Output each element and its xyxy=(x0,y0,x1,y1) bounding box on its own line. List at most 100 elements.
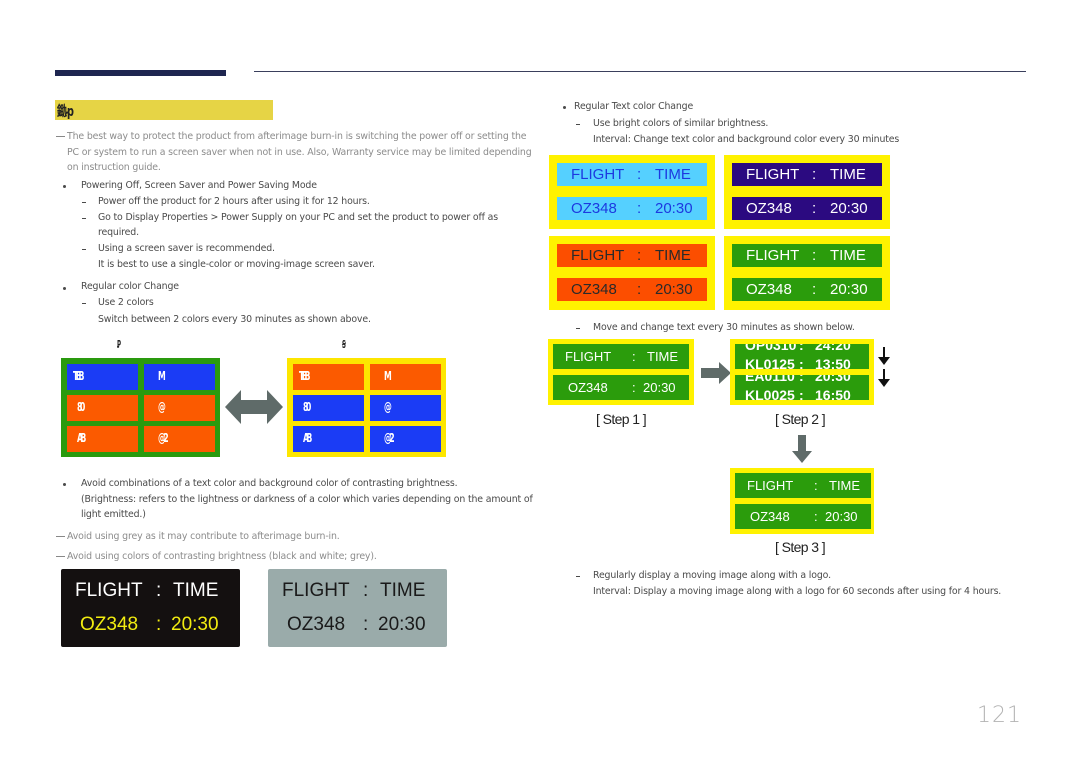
flight-code: OP0310 xyxy=(745,344,797,353)
separator: : xyxy=(814,478,818,493)
step2-label: [ Step 2 ] xyxy=(775,411,826,427)
bad-example-grey: FLIGHT: TIME OZ348:20:30 xyxy=(268,569,447,647)
diagram-right-label: Ꞩ xyxy=(342,338,346,351)
intro-note-line: The best way to protect the product from… xyxy=(67,131,527,142)
display-row: OZ348:20:30 xyxy=(268,611,447,639)
display-row: OZ348:20:30 xyxy=(732,278,882,301)
step3-display: FLIGHT: TIME OZ348:20:30 xyxy=(730,468,874,534)
note-grey: Avoid using grey as it may contribute to… xyxy=(56,529,536,545)
separator: : xyxy=(637,166,642,183)
time-value: 24:20 xyxy=(815,344,851,353)
flight-code: FLIGHT xyxy=(747,478,794,493)
time-value: TIME xyxy=(173,580,219,601)
dash xyxy=(82,218,86,219)
color-panel-b: TEB M 80 @ AB @2 xyxy=(287,358,446,457)
move-note: Move and change text every 30 minutes as… xyxy=(593,322,855,333)
display-row: OZ348:20:30 xyxy=(61,611,240,639)
color-example-orange: FLIGHT: TIME OZ348:20:30 xyxy=(549,236,715,310)
flight-code: FLIGHT xyxy=(746,247,800,264)
list-item: Use 2 colors xyxy=(98,297,154,308)
display-row: OZ348:20:30 xyxy=(732,197,882,220)
list-item: Power off the product for 2 hours after … xyxy=(98,196,370,207)
list-item: Using a screen saver is recommended. xyxy=(98,243,275,254)
display-row: FLIGHT: TIME xyxy=(732,163,882,186)
flight-code: FLIGHT xyxy=(746,166,800,183)
display-row: OZ348:20:30 xyxy=(557,278,707,301)
note-dash xyxy=(56,536,65,537)
display-row: FLIGHT: TIME xyxy=(557,244,707,267)
note-text: Avoid using grey as it may contribute to… xyxy=(67,531,340,542)
step1-label: [ Step 1 ] xyxy=(596,411,647,427)
intro-note: The best way to protect the product from… xyxy=(56,129,536,176)
flight-code: OZ348 xyxy=(80,614,139,635)
display-row: OZ348:20:30 xyxy=(557,197,707,220)
panel-cell: M xyxy=(144,364,215,390)
time-value: 20:30 xyxy=(830,281,868,298)
bad-example-black: FLIGHT: TIME OZ348:20:30 xyxy=(61,569,240,647)
intro-note-line: PC or system to run a screen saver when … xyxy=(67,146,532,158)
display-row: OP0310: 24:20 xyxy=(735,344,869,352)
time-value: 13:50 xyxy=(815,356,851,369)
separator: : xyxy=(814,509,818,524)
separator: : xyxy=(799,375,804,384)
flight-code: OZ348 xyxy=(746,281,792,298)
time-value: 20:30 xyxy=(655,200,693,217)
note-text: Avoid using colors of contrasting bright… xyxy=(67,551,377,562)
time-value: 20:30 xyxy=(655,281,693,298)
scrolling-row: EA0110:20:30 KL0025:16:50 xyxy=(735,375,869,400)
bullet-regular-color-change: Regular color Change xyxy=(81,281,179,292)
time-value: 16:50 xyxy=(815,387,851,400)
section-title: 鋤ꝓ xyxy=(55,100,273,120)
list-item-cont: It is best to use a single-color or movi… xyxy=(98,259,375,270)
separator: : xyxy=(632,349,636,364)
bullet-text-color-change: Regular Text color Change xyxy=(574,101,694,112)
right-arrow-icon xyxy=(701,362,731,384)
panel-cell: @2 xyxy=(144,426,215,452)
down-arrow-icon xyxy=(792,435,812,463)
logo-note-detail: Interval: Display a moving image along w… xyxy=(593,586,1002,597)
header-accent-bar xyxy=(55,70,226,76)
separator: : xyxy=(637,200,642,217)
display-row: OZ348:20:30 xyxy=(735,504,871,529)
flight-code: EA0110 xyxy=(745,375,795,384)
panel-cell: 80 xyxy=(67,395,138,421)
time-value: 20:30 xyxy=(378,614,426,635)
flight-code: OZ348 xyxy=(746,200,792,217)
separator: : xyxy=(363,614,369,635)
display-row: KL0125:13:50 xyxy=(735,357,869,369)
separator: : xyxy=(637,247,642,264)
list-item: Go to Display Properties > Power Supply … xyxy=(98,212,498,223)
display-row: FLIGHT: TIME xyxy=(268,577,447,605)
flight-code: OZ348 xyxy=(571,200,617,217)
list-item-cont: Switch between 2 colors every 30 minutes… xyxy=(98,314,371,325)
panel-cell: @2 xyxy=(370,426,441,452)
time-value: 20:30 xyxy=(815,375,851,384)
panel-cell: 80 xyxy=(293,395,364,421)
list-item: Use bright colors of similar brightness. xyxy=(593,118,769,129)
time-value: 20:30 xyxy=(643,380,676,395)
bullet-dot xyxy=(63,483,66,486)
separator: : xyxy=(812,200,817,217)
display-row: FLIGHT: TIME xyxy=(557,163,707,186)
dash xyxy=(82,202,86,203)
intro-note-line: on instruction guide. xyxy=(67,162,161,174)
step1-display: FLIGHT: TIME OZ348:20:30 xyxy=(548,339,694,405)
separator: : xyxy=(812,281,817,298)
bullet-avoid-contrast: Avoid combinations of a text color and b… xyxy=(81,478,458,489)
note-dash xyxy=(56,556,65,557)
time-value: 20:30 xyxy=(830,200,868,217)
separator: : xyxy=(799,356,804,369)
time-value: TIME xyxy=(830,247,866,264)
down-arrows-icon xyxy=(878,347,890,387)
bullet-detail: light emitted.) xyxy=(81,509,146,520)
flight-code: FLIGHT xyxy=(571,166,625,183)
display-row: FLIGHT: TIME xyxy=(732,244,882,267)
time-value: TIME xyxy=(655,247,691,264)
page-number: 121 xyxy=(977,703,1022,728)
note-dash xyxy=(56,136,65,137)
display-row: EA0110: 20:30 xyxy=(735,375,869,383)
separator: : xyxy=(799,387,804,400)
time-value: TIME xyxy=(655,166,691,183)
separator: : xyxy=(632,380,636,395)
display-row: OZ348:20:30 xyxy=(553,375,689,400)
